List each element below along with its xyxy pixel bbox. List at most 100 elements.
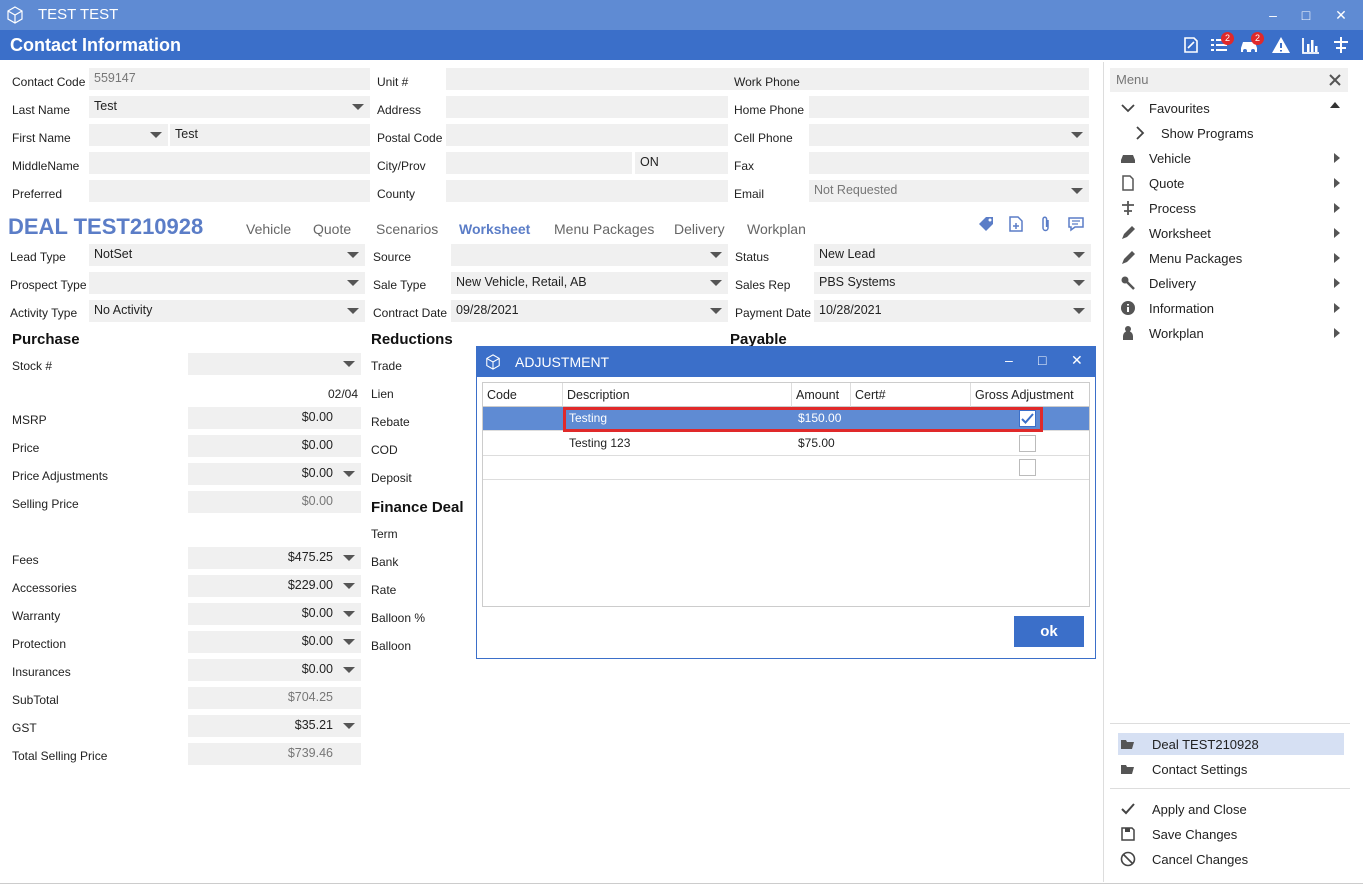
county-field[interactable] — [446, 180, 728, 202]
bar-chart-icon[interactable] — [1300, 34, 1324, 56]
gross-adjustment-checkbox[interactable] — [1019, 435, 1036, 452]
tab-worksheet[interactable]: Worksheet — [459, 221, 530, 237]
tab-menu-packages[interactable]: Menu Packages — [554, 221, 654, 237]
chevron-down-icon[interactable] — [1071, 132, 1083, 138]
cell-phone-field[interactable] — [809, 124, 1089, 146]
contact-code-field[interactable]: 559147 — [89, 68, 370, 90]
column-header-description[interactable]: Description — [563, 383, 792, 407]
chevron-down-icon[interactable] — [150, 132, 162, 138]
chat-icon[interactable] — [1067, 215, 1085, 233]
chevron-down-icon[interactable] — [1073, 308, 1085, 314]
dialog-close-button[interactable]: ✕ — [1071, 352, 1083, 369]
first-name-field[interactable]: Test — [170, 124, 370, 146]
list-icon[interactable]: 2 — [1208, 32, 1234, 56]
tab-scenarios[interactable]: Scenarios — [376, 221, 438, 237]
tab-delivery[interactable]: Delivery — [674, 221, 725, 237]
chevron-down-icon[interactable] — [343, 555, 355, 561]
menu-item-information[interactable]: Information — [1118, 298, 1348, 320]
chevron-down-icon[interactable] — [710, 252, 722, 258]
prospect-type-select[interactable] — [89, 272, 365, 294]
chevron-down-icon[interactable] — [343, 361, 355, 367]
table-row[interactable]: Testing 123 $75.00 — [483, 432, 1089, 456]
cancel-changes-button[interactable]: Cancel Changes — [1118, 848, 1344, 870]
work-phone-field[interactable] — [809, 68, 995, 90]
ok-button[interactable]: ok — [1014, 616, 1084, 647]
chevron-down-icon[interactable] — [1073, 252, 1085, 258]
menu-item-workplan[interactable]: Workplan — [1118, 323, 1348, 345]
city-field[interactable] — [446, 152, 632, 174]
menu-item-favourites[interactable]: Favourites — [1118, 98, 1348, 120]
accessories-field[interactable]: $229.00 — [188, 575, 361, 597]
paperclip-icon[interactable] — [1037, 215, 1055, 233]
lead-type-select[interactable]: NotSet — [89, 244, 365, 266]
car-icon[interactable]: 2 — [1238, 32, 1264, 56]
chevron-down-icon[interactable] — [343, 611, 355, 617]
payment-date-select[interactable]: 10/28/2021 — [814, 300, 1091, 322]
contact-settings-link[interactable]: Contact Settings — [1118, 758, 1344, 780]
postal-code-field[interactable] — [446, 124, 728, 146]
menu-search-input[interactable]: Menu — [1110, 68, 1348, 92]
chevron-down-icon[interactable] — [347, 308, 359, 314]
chevron-down-icon[interactable] — [343, 583, 355, 589]
dialog-minimize-button[interactable]: – — [1005, 352, 1013, 368]
maximize-button[interactable]: □ — [1295, 4, 1317, 26]
chevron-down-icon[interactable] — [343, 471, 355, 477]
dialog-maximize-button[interactable]: □ — [1038, 352, 1046, 368]
home-phone-field[interactable] — [809, 96, 1089, 118]
chevron-down-icon[interactable] — [343, 639, 355, 645]
document-edit-icon[interactable] — [1180, 34, 1204, 56]
table-row[interactable] — [483, 456, 1089, 480]
gross-adjustment-checkbox[interactable] — [1019, 459, 1036, 476]
row-description[interactable]: Testing 123 — [563, 432, 636, 454]
work-phone-ext-field[interactable] — [998, 68, 1089, 90]
menu-item-menu-packages[interactable]: Menu Packages — [1118, 248, 1348, 270]
menu-item-show-programs[interactable]: Show Programs — [1130, 123, 1348, 145]
row-amount[interactable]: $75.00 — [792, 432, 841, 454]
menu-item-worksheet[interactable]: Worksheet — [1118, 223, 1348, 245]
chevron-down-icon[interactable] — [347, 280, 359, 286]
chevron-down-icon[interactable] — [343, 723, 355, 729]
insurances-field[interactable]: $0.00 — [188, 659, 361, 681]
protection-field[interactable]: $0.00 — [188, 631, 361, 653]
price-field[interactable]: $0.00 — [188, 435, 361, 457]
price-adjustments-field[interactable]: $0.00 — [188, 463, 361, 485]
msrp-field[interactable]: $0.00 — [188, 407, 361, 429]
chevron-down-icon[interactable] — [343, 667, 355, 673]
middle-name-field[interactable] — [89, 152, 370, 174]
column-header-gross-adjustment[interactable]: Gross Adjustment — [971, 383, 1089, 407]
last-name-field[interactable]: Test — [89, 96, 370, 118]
column-header-cert[interactable]: Cert# — [851, 383, 971, 407]
contract-date-select[interactable]: 09/28/2021 — [451, 300, 728, 322]
email-select[interactable]: Not Requested — [809, 180, 1089, 202]
minimize-button[interactable]: – — [1262, 4, 1284, 26]
activity-type-select[interactable]: No Activity — [89, 300, 365, 322]
province-field[interactable]: ON — [635, 152, 728, 174]
apply-close-button[interactable]: Apply and Close — [1118, 798, 1344, 820]
salutation-select[interactable] — [89, 124, 168, 146]
column-header-amount[interactable]: Amount — [792, 383, 851, 407]
menu-item-process[interactable]: Process — [1118, 198, 1348, 220]
warranty-field[interactable]: $0.00 — [188, 603, 361, 625]
sale-type-select[interactable]: New Vehicle, Retail, AB — [451, 272, 728, 294]
status-select[interactable]: New Lead — [814, 244, 1091, 266]
warning-icon[interactable] — [1270, 34, 1294, 56]
source-select[interactable] — [451, 244, 728, 266]
menu-item-delivery[interactable]: Delivery — [1118, 273, 1348, 295]
chevron-down-icon[interactable] — [347, 252, 359, 258]
close-button[interactable]: ✕ — [1330, 4, 1352, 26]
address-field[interactable] — [446, 96, 728, 118]
tab-quote[interactable]: Quote — [313, 221, 351, 237]
stock-select[interactable] — [188, 353, 361, 375]
gst-field[interactable]: $35.21 — [188, 715, 361, 737]
sales-rep-select[interactable]: PBS Systems — [814, 272, 1091, 294]
chevron-down-icon[interactable] — [1073, 280, 1085, 286]
chevron-down-icon[interactable] — [1071, 188, 1083, 194]
fax-field[interactable] — [809, 152, 1089, 174]
collapse-triangle-icon[interactable] — [1330, 102, 1340, 108]
menu-item-vehicle[interactable]: Vehicle — [1118, 148, 1348, 170]
tab-workplan[interactable]: Workplan — [747, 221, 806, 237]
chevron-down-icon[interactable] — [710, 280, 722, 286]
menu-item-quote[interactable]: Quote — [1118, 173, 1348, 195]
chevron-down-icon[interactable] — [710, 308, 722, 314]
column-header-code[interactable]: Code — [483, 383, 563, 407]
